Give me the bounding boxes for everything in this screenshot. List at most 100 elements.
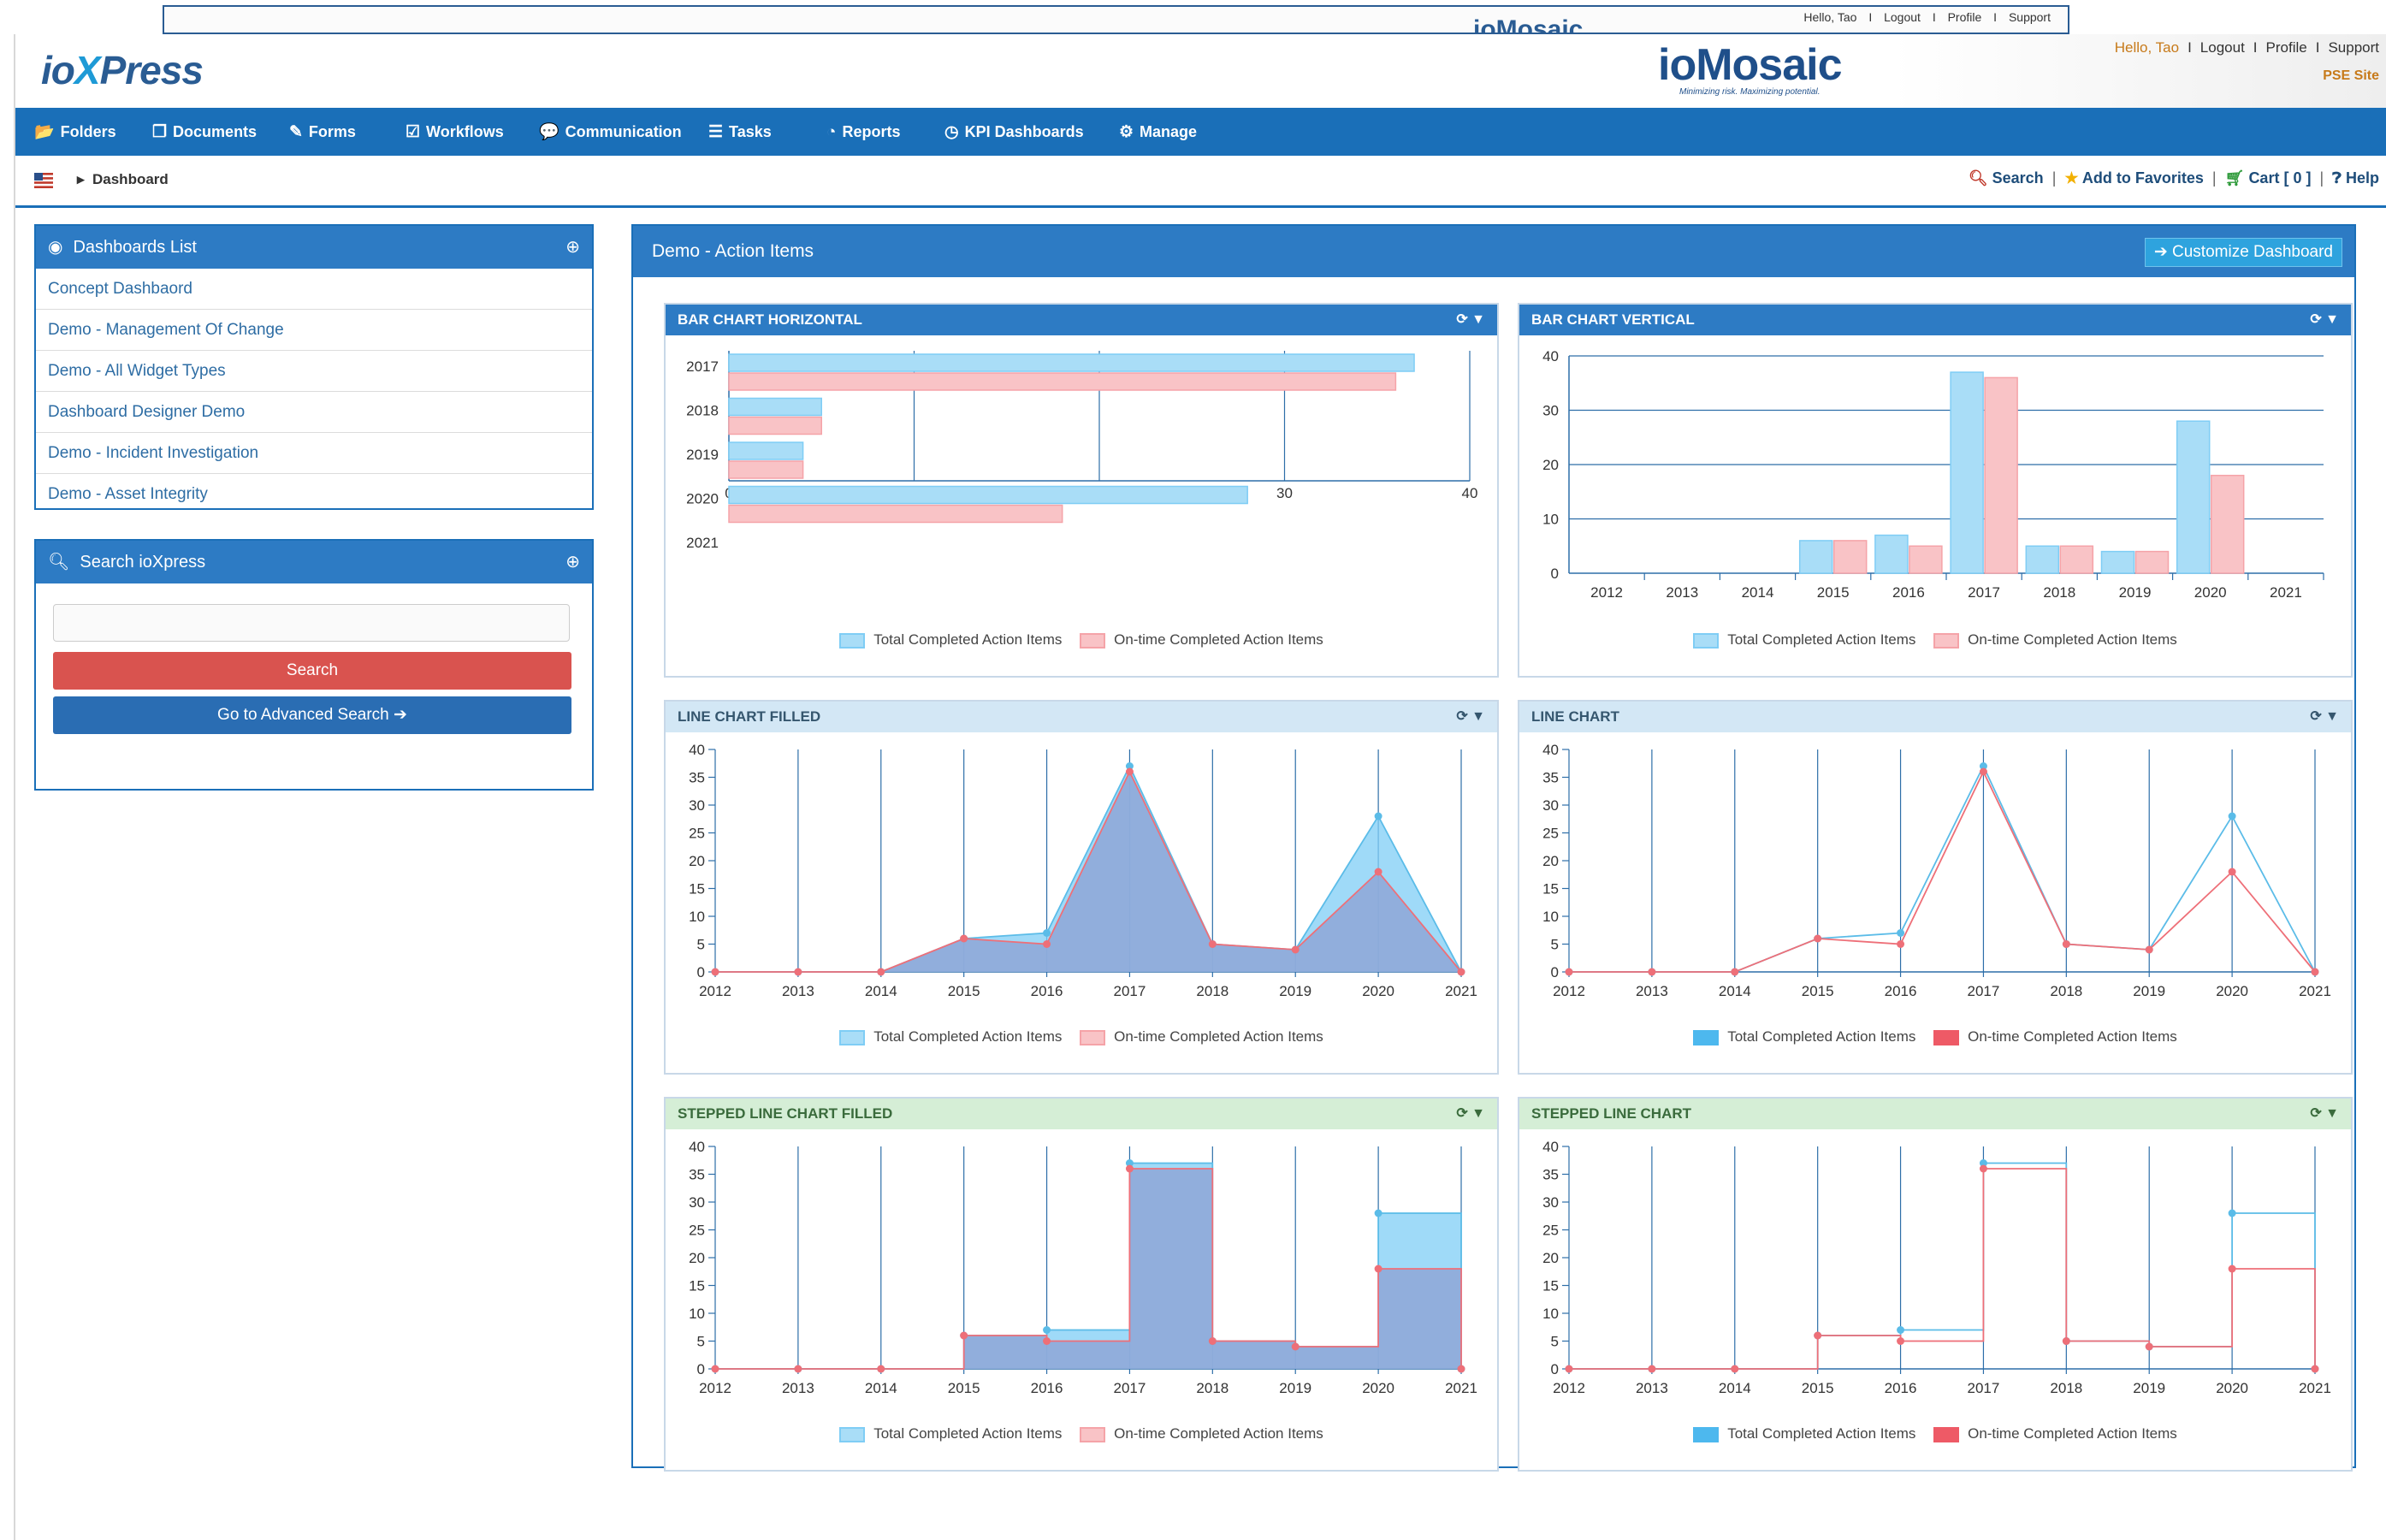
widget-title: BAR CHART VERTICAL	[1531, 311, 1695, 328]
legend-label: Total Completed Action Items	[873, 1425, 1063, 1442]
nav-reports[interactable]: ◔ Reports	[826, 108, 901, 156]
search-input[interactable]	[53, 604, 570, 642]
legend-item-ontime[interactable]: On-time Completed Action Items	[1933, 631, 2177, 649]
refresh-filter-icon[interactable]: ⟳ ▼	[2310, 702, 2339, 732]
support-link[interactable]: Support	[2328, 39, 2379, 56]
widget-stepped-line-filled: STEPPED LINE CHART FILLED ⟳ ▼ 2012 2013 201…	[664, 1097, 1499, 1472]
dashboard-link[interactable]: Demo - Management Of Change	[36, 310, 592, 351]
legend-swatch-icon	[1933, 1426, 1960, 1442]
y-tick-label: 30	[689, 1194, 705, 1211]
dashboard-link[interactable]: Demo - Asset Integrity	[36, 474, 592, 514]
legend-item-ontime[interactable]: On-time Completed Action Items	[1933, 1028, 2177, 1045]
legend-item-total[interactable]: Total Completed Action Items	[839, 1425, 1062, 1442]
stepped-line-chart-filled: 2012 2013 2014 2015 2016 2017 2018 2019 2020 2021…	[689, 1139, 1477, 1396]
refresh-filter-icon[interactable]: ⟳ ▼	[2310, 1099, 2339, 1129]
dashboards-list-header[interactable]: ◉ Dashboards List ⊕	[36, 226, 592, 269]
x-tick-label: 2013	[782, 1380, 814, 1396]
x-tick-label: 2018	[2043, 584, 2075, 601]
y-tick-label: 5	[1551, 937, 1559, 953]
y-tick-label: 35	[1542, 1167, 1559, 1183]
bar-ontime	[728, 372, 1397, 391]
add-to-favorites-link[interactable]: ★ Add to Favorites	[2064, 169, 2204, 187]
x-tick-label: 2017	[1968, 983, 2000, 999]
cart-link[interactable]: 🛒︎ Cart [ 0 ]	[2225, 169, 2312, 187]
search-link-label: Search	[1992, 169, 2044, 187]
bar-total	[1950, 371, 1984, 574]
legend-item-ontime[interactable]: On-time Completed Action Items	[1080, 1028, 1323, 1045]
bar-total	[728, 353, 1415, 372]
y-tick-label: 30	[1542, 797, 1559, 814]
legend-swatch-icon	[839, 1426, 866, 1442]
pse-site-link[interactable]: PSE Site	[2323, 68, 2379, 84]
background-sep: I	[1993, 10, 1998, 24]
us-flag-icon[interactable]	[34, 173, 53, 188]
dashboards-list-title: Dashboards List	[73, 238, 197, 257]
bar-ontime	[1984, 376, 2018, 574]
legend-item-total[interactable]: Total Completed Action Items	[839, 1028, 1062, 1045]
nav-forms[interactable]: ✎ Forms	[289, 108, 356, 156]
widget-line-filled: LINE CHART FILLED ⟳ ▼ 2012 2013 2014 2015 201…	[664, 700, 1499, 1075]
background-profile: Profile	[1947, 10, 1982, 24]
collapse-icon[interactable]: ⊕	[565, 226, 580, 269]
widget-header: LINE CHART ⟳ ▼	[1519, 702, 2351, 732]
widget-line: LINE CHART ⟳ ▼ 2012 2013 2014 2015 2016 2017 20…	[1518, 700, 2353, 1075]
bar-ontime	[2134, 550, 2170, 574]
x-tick-label: 2016	[1885, 1380, 1917, 1396]
legend-item-ontime[interactable]: On-time Completed Action Items	[1080, 631, 1323, 649]
chart-legend: Total Completed Action Items On-time Com…	[1519, 631, 2351, 649]
search-link[interactable]: 🔍︎ Search	[1969, 169, 2044, 187]
ioxpress-logo[interactable]: ioXPress	[41, 47, 204, 93]
data-point-ontime	[2311, 1365, 2319, 1373]
x-tick-label: 2014	[865, 983, 897, 999]
background-support: Support	[2008, 10, 2051, 24]
dashboard-link[interactable]: Concept Dashbaord	[36, 269, 592, 310]
advanced-search-button[interactable]: Go to Advanced Search ➔	[53, 696, 571, 734]
nav-tasks[interactable]: ☰ Tasks	[708, 108, 772, 156]
dashboard-link[interactable]: Dashboard Designer Demo	[36, 392, 592, 433]
widget-header: LINE CHART FILLED ⟳ ▼	[666, 702, 1497, 732]
help-link[interactable]: ❓︎ Help	[2332, 169, 2379, 187]
nav-communication[interactable]: 💬 Communication	[539, 108, 682, 156]
y-tick-label: 10	[689, 1306, 705, 1322]
legend-item-ontime[interactable]: On-time Completed Action Items	[1080, 1425, 1323, 1442]
separator: I	[2253, 39, 2258, 56]
legend-item-total[interactable]: Total Completed Action Items	[1693, 631, 1915, 649]
legend-item-total[interactable]: Total Completed Action Items	[1693, 1028, 1915, 1045]
profile-link[interactable]: Profile	[2266, 39, 2307, 56]
data-point-ontime	[2228, 868, 2236, 876]
dashboard-link[interactable]: Demo - All Widget Types	[36, 351, 592, 392]
search-panel-header[interactable]: 🔍︎ Search ioXpress ⊕	[36, 541, 592, 583]
refresh-filter-icon[interactable]: ⟳ ▼	[2310, 305, 2339, 335]
data-point-ontime	[1125, 767, 1134, 776]
nav-manage[interactable]: ⚙ Manage	[1119, 108, 1197, 156]
legend-item-ontime[interactable]: On-time Completed Action Items	[1933, 1425, 2177, 1442]
caret-right-icon: ▸	[77, 171, 85, 187]
refresh-filter-icon[interactable]: ⟳ ▼	[1456, 305, 1485, 335]
collapse-icon[interactable]: ⊕	[565, 541, 580, 583]
nav-kpi-dashboards[interactable]: ◷ KPI Dashboards	[944, 108, 1084, 156]
data-point-ontime	[1648, 1365, 1656, 1373]
logout-link[interactable]: Logout	[2200, 39, 2245, 56]
legend-item-total[interactable]: Total Completed Action Items	[839, 631, 1062, 649]
legend-item-total[interactable]: Total Completed Action Items	[1693, 1425, 1915, 1442]
y-tick-label: 15	[1542, 881, 1559, 897]
nav-workflows[interactable]: ☑ Workflows	[406, 108, 504, 156]
nav-folders[interactable]: 📂 Folders	[34, 108, 116, 156]
x-tick-label: 30	[1276, 485, 1293, 501]
x-tick-label: 2019	[2119, 584, 2152, 601]
search-button[interactable]: Search	[53, 652, 571, 690]
nav-documents[interactable]: ❐ Documents	[152, 108, 257, 156]
x-tick-label: 2017	[1968, 1380, 2000, 1396]
x-tick-label: 2016	[1892, 584, 1925, 601]
customize-dashboard-button[interactable]: ➔ Customize Dashboard	[2144, 238, 2342, 267]
background-hello: Hello, Tao	[1803, 10, 1857, 24]
data-point-ontime	[1731, 1365, 1739, 1373]
refresh-filter-icon[interactable]: ⟳ ▼	[1456, 702, 1485, 732]
x-tick-label: 2020	[2194, 584, 2227, 601]
y-tick-label: 5	[697, 1334, 705, 1350]
dashboard-link[interactable]: Demo - Incident Investigation	[36, 433, 592, 474]
bar-ontime	[2210, 474, 2245, 574]
x-tick-label: 2018	[2050, 983, 2082, 999]
refresh-filter-icon[interactable]: ⟳ ▼	[1456, 1099, 1485, 1129]
dashboard-icon: ◉	[48, 238, 63, 257]
